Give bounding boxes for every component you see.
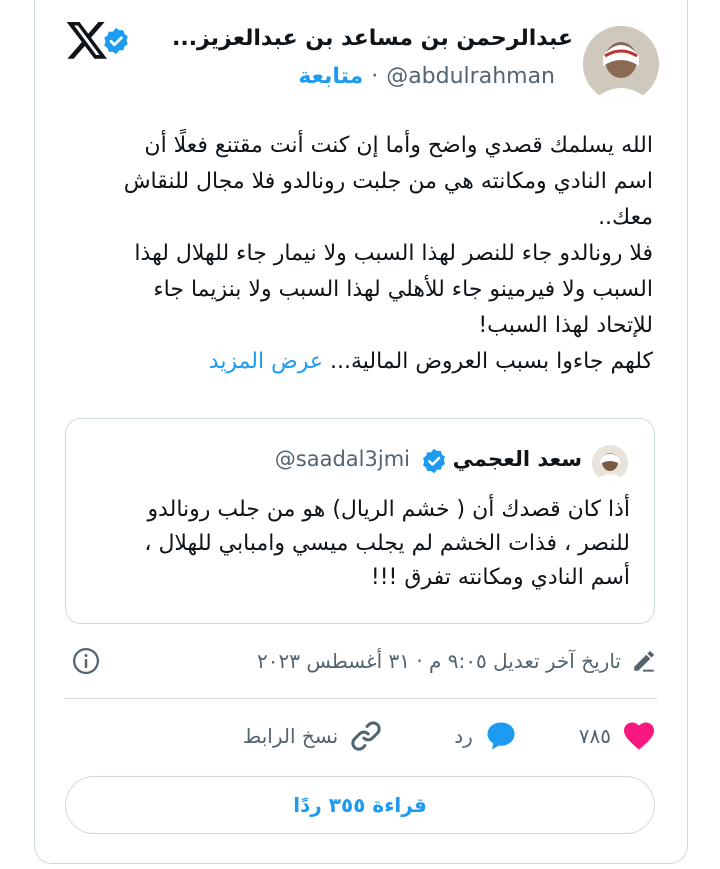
- like-button[interactable]: ٧٨٥: [579, 718, 657, 754]
- quoted-tweet-text: أذا كان قصدك أن ( خشم الريال) هو من جلب …: [80, 493, 630, 595]
- info-icon[interactable]: [71, 646, 101, 676]
- reply-label: رد: [454, 724, 473, 748]
- tweet-text-line: معك..: [598, 205, 653, 230]
- reply-button[interactable]: رد: [454, 718, 519, 754]
- tweet-text: الله يسلمك قصدي واضح وأما إن كنت أنت مقت…: [63, 128, 653, 380]
- edit-pencil-icon: [634, 651, 654, 672]
- like-count: ٧٨٥: [578, 724, 611, 748]
- copy-link-button[interactable]: نسخ الرابط: [243, 718, 384, 754]
- author-handle[interactable]: @abdulrahman: [386, 64, 555, 89]
- tweet-text-line: اسم النادي ومكانته هي من جلبت رونالدو فل…: [123, 169, 653, 194]
- tweet-text-line: الله يسلمك قصدي واضح وأما إن كنت أنت مقت…: [144, 133, 653, 158]
- action-bar: ٧٨٥ رد نسخ الرابط: [243, 718, 657, 754]
- edited-timestamp: تاريخ آخر تعديل ٩:٠٥ م · ٣١ أغسطس ٢٠٢٣: [257, 649, 621, 673]
- read-replies-button[interactable]: قراءة ٣٥٥ ردًا: [65, 776, 655, 834]
- link-icon: [351, 721, 381, 751]
- author-name[interactable]: عبدالرحمن بن مساعد بن عبدالعزيز...: [172, 26, 573, 51]
- edit-info[interactable]: تاريخ آخر تعديل ٩:٠٥ م · ٣١ أغسطس ٢٠٢٣: [257, 648, 657, 674]
- quoted-text-line: للنصر ، فذات الخشم لم يجلب ميسي وامبابي …: [144, 531, 630, 556]
- dot-separator: ·: [371, 64, 379, 89]
- divider: [65, 698, 657, 699]
- quoted-author-name[interactable]: سعد العجمي: [453, 447, 582, 471]
- handle-row: @abdulrahman · متابعة: [298, 64, 555, 89]
- tweet-text-last-line: كلهم جاءوا بسبب العروض المالية... عرض ال…: [63, 344, 653, 380]
- heart-icon: [624, 722, 654, 750]
- tweet-text-line: فلا رونالدو جاء للنصر لهذا السبب ولا نيم…: [134, 241, 653, 266]
- tweet-text-line: كلهم جاءوا بسبب العروض المالية...: [329, 349, 653, 374]
- tweet-card: عبدالرحمن بن مساعد بن عبدالعزيز... @abdu…: [34, 0, 688, 864]
- x-logo-icon[interactable]: [65, 18, 109, 62]
- follow-button[interactable]: متابعة: [298, 64, 363, 89]
- show-more-link[interactable]: عرض المزيد: [209, 349, 323, 374]
- quoted-author-avatar[interactable]: [592, 445, 628, 481]
- reply-bubble-icon: [487, 722, 515, 750]
- quoted-text-line: أسم النادي ومكانته تفرق !!!: [370, 565, 630, 590]
- author-avatar[interactable]: [583, 26, 659, 102]
- quoted-tweet[interactable]: سعد العجمي @saadal3jmi أذا كان قصدك أن (…: [65, 418, 655, 624]
- tweet-text-line: السبب ولا فيرمينو جاء للأهلي لهذا السبب …: [153, 277, 653, 302]
- verified-badge-icon: [423, 448, 445, 474]
- tweet-text-line: للإتحاد لهذا السبب!: [478, 313, 653, 338]
- quoted-text-line: أذا كان قصدك أن ( خشم الريال) هو من جلب …: [147, 497, 630, 522]
- quoted-author-handle[interactable]: @saadal3jmi: [275, 447, 410, 471]
- copy-link-label: نسخ الرابط: [242, 724, 339, 748]
